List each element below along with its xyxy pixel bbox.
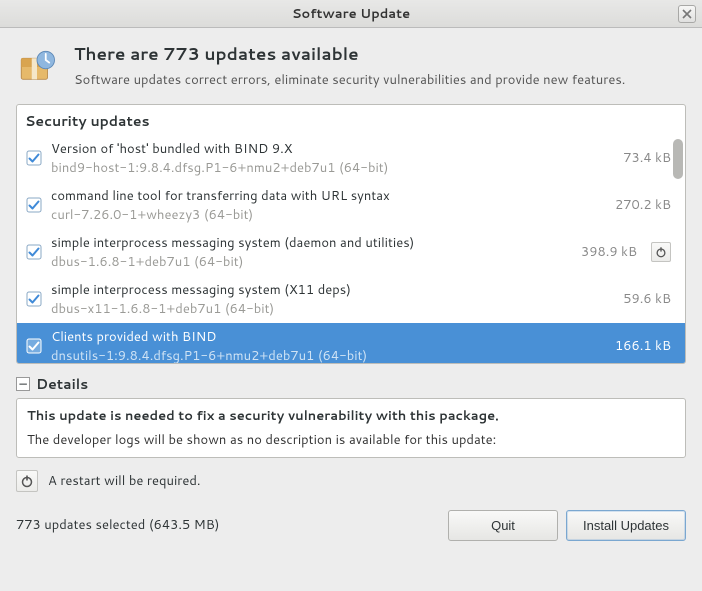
- item-text: simple interprocess messaging system (da…: [51, 234, 565, 271]
- window-body: There are 773 updates available Software…: [0, 28, 702, 555]
- header: There are 773 updates available Software…: [16, 42, 686, 90]
- item-package: bind9-host-1:9.8.4.dfsg.P1-6+nmu2+deb7u1…: [51, 159, 607, 177]
- item-title: Clients provided with BIND: [51, 328, 599, 346]
- details-toggle[interactable]: −: [16, 377, 30, 391]
- item-size: 270.2 kB: [615, 196, 671, 214]
- restart-required-icon: [651, 242, 671, 262]
- list-item[interactable]: Version of 'host' bundled with BIND 9.X …: [17, 135, 685, 182]
- item-title: Version of 'host' bundled with BIND 9.X: [51, 140, 607, 158]
- details-header: − Details: [16, 374, 686, 394]
- header-title: There are 773 updates available: [74, 42, 625, 66]
- restart-note: A restart will be required.: [16, 470, 686, 492]
- item-title: simple interprocess messaging system (da…: [51, 234, 565, 252]
- checkbox[interactable]: [25, 290, 43, 308]
- item-text: command line tool for transferring data …: [51, 187, 599, 224]
- item-package: dbus-x11-1.6.8-1+deb7u1 (64-bit): [51, 300, 607, 318]
- item-size: 73.4 kB: [623, 149, 671, 167]
- item-size: 398.9 kB: [581, 243, 637, 261]
- footer: 773 updates selected (643.5 MB) Quit Ins…: [16, 510, 686, 541]
- titlebar: Software Update: [0, 0, 702, 28]
- scrollbar[interactable]: [673, 139, 683, 359]
- checkbox[interactable]: [25, 337, 43, 355]
- checkbox[interactable]: [25, 243, 43, 261]
- items-container: Version of 'host' bundled with BIND 9.X …: [17, 135, 685, 363]
- item-package: curl-7.26.0-1+wheezy3 (64-bit): [51, 206, 599, 224]
- quit-button[interactable]: Quit: [448, 510, 558, 541]
- item-text: simple interprocess messaging system (X1…: [51, 281, 607, 318]
- item-title: command line tool for transferring data …: [51, 187, 599, 205]
- window-title: Software Update: [292, 5, 410, 23]
- checkbox[interactable]: [25, 196, 43, 214]
- details-description: The developer logs will be shown as no d…: [27, 431, 675, 449]
- restart-note-text: A restart will be required.: [48, 472, 201, 490]
- header-text: There are 773 updates available Software…: [74, 42, 625, 90]
- item-title: simple interprocess messaging system (X1…: [51, 281, 607, 299]
- header-subtitle: Software updates correct errors, elimina…: [74, 72, 625, 90]
- item-text: Clients provided with BIND dnsutils-1:9.…: [51, 328, 599, 363]
- status-text: 773 updates selected (643.5 MB): [16, 516, 440, 534]
- scrollbar-thumb[interactable]: [673, 139, 683, 179]
- install-button[interactable]: Install Updates: [566, 510, 686, 541]
- details-label: Details: [36, 374, 88, 394]
- item-size: 59.6 kB: [623, 290, 671, 308]
- update-icon: [16, 46, 58, 88]
- item-package: dnsutils-1:9.8.4.dfsg.P1-6+nmu2+deb7u1 (…: [51, 347, 599, 363]
- item-size: 166.1 kB: [615, 337, 671, 355]
- list-item[interactable]: Clients provided with BIND dnsutils-1:9.…: [17, 323, 685, 363]
- group-header: Security updates: [17, 105, 685, 135]
- list-item[interactable]: command line tool for transferring data …: [17, 182, 685, 229]
- close-icon: [682, 9, 692, 19]
- item-text: Version of 'host' bundled with BIND 9.X …: [51, 140, 607, 177]
- item-package: dbus-1.6.8-1+deb7u1 (64-bit): [51, 253, 565, 271]
- details-box: This update is needed to fix a security …: [16, 398, 686, 458]
- list-item[interactable]: simple interprocess messaging system (da…: [17, 229, 685, 276]
- update-list: Security updates Version of 'host' bundl…: [16, 104, 686, 364]
- close-button[interactable]: [678, 5, 696, 23]
- list-item[interactable]: simple interprocess messaging system (X1…: [17, 276, 685, 323]
- checkbox[interactable]: [25, 149, 43, 167]
- details-title: This update is needed to fix a security …: [27, 407, 675, 425]
- restart-icon: [16, 470, 38, 492]
